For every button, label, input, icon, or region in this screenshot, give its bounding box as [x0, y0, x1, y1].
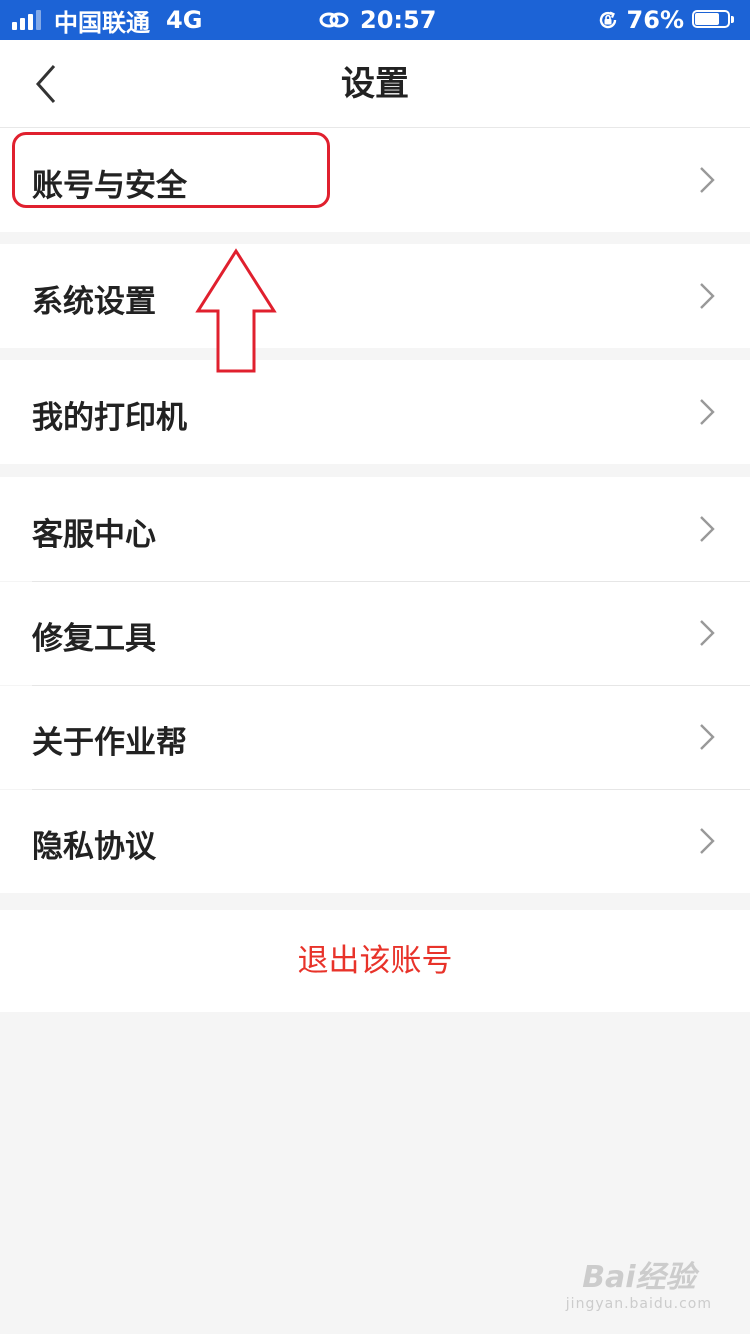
- orientation-lock-icon: [599, 11, 616, 29]
- status-right: 76%: [597, 0, 736, 40]
- menu-item-label: 关于作业帮: [32, 725, 187, 761]
- menu-item-system-settings[interactable]: 系统设置: [0, 244, 750, 348]
- chevron-right-icon: [700, 620, 715, 646]
- battery-icon: [692, 10, 736, 30]
- nav-bar: 设置: [0, 40, 750, 128]
- carrier-name: 中国联通: [54, 8, 150, 37]
- menu-item-label: 系统设置: [32, 284, 156, 320]
- status-center: 20:57: [318, 0, 436, 40]
- watermark: Bai经验 jingyan.baidu.com: [566, 1252, 712, 1312]
- menu-item-about[interactable]: 关于作业帮: [0, 686, 750, 789]
- chevron-right-icon: [700, 167, 715, 193]
- menu-item-privacy[interactable]: 隐私协议: [0, 790, 750, 893]
- clock: 20:57: [360, 6, 437, 34]
- link-icon: [319, 12, 349, 28]
- status-bar: 中国联通 4G 20:57 76%: [0, 0, 750, 40]
- watermark-logo: Bai经验: [582, 1260, 696, 1295]
- watermark-url: jingyan.baidu.com: [565, 1296, 712, 1312]
- menu-item-my-printer[interactable]: 我的打印机: [0, 360, 750, 464]
- chevron-right-icon: [700, 399, 715, 425]
- menu-item-label: 账号与安全: [32, 168, 187, 204]
- chevron-right-icon: [700, 283, 715, 309]
- menu-item-label: 客服中心: [32, 517, 156, 553]
- menu-item-label: 修复工具: [32, 621, 156, 657]
- network-type: 4G: [166, 6, 203, 34]
- signal-icon: [12, 10, 44, 30]
- battery-percent: 76%: [626, 6, 684, 34]
- menu-item-label: 我的打印机: [32, 400, 187, 436]
- chevron-right-icon: [700, 724, 715, 750]
- page-title: 设置: [341, 64, 409, 104]
- logout-button[interactable]: 退出该账号: [0, 910, 750, 1012]
- menu-item-label: 隐私协议: [32, 829, 156, 865]
- menu-item-account-security[interactable]: 账号与安全: [0, 128, 750, 232]
- chevron-right-icon: [700, 516, 715, 542]
- menu-item-repair-tools[interactable]: 修复工具: [0, 582, 750, 685]
- chevron-right-icon: [700, 828, 715, 854]
- status-left: 中国联通 4G: [12, 0, 202, 40]
- menu-item-customer-service[interactable]: 客服中心: [0, 477, 750, 581]
